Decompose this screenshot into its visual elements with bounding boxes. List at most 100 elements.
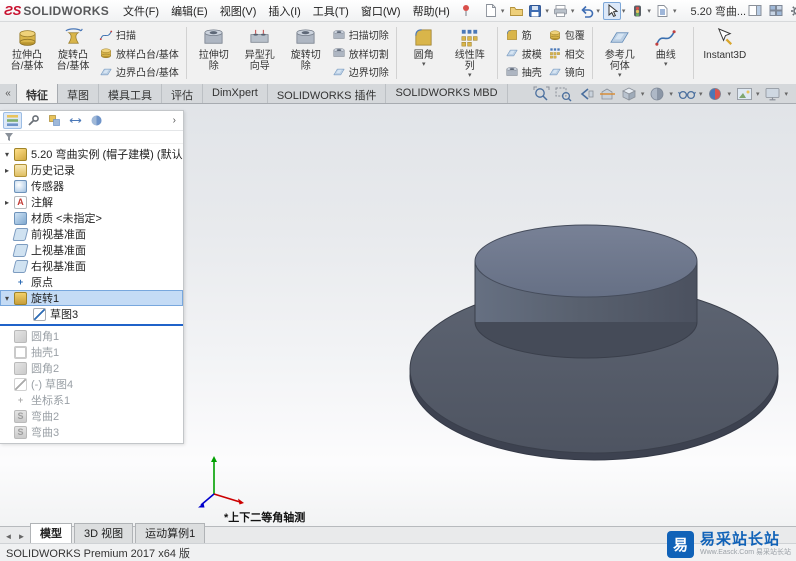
- dropdown-caret[interactable]: ▾: [468, 72, 472, 79]
- select-arrow-icon[interactable]: [603, 2, 621, 20]
- tree-item-coordsys1[interactable]: + 坐标系1: [0, 392, 183, 408]
- rollback-bar[interactable]: [0, 324, 183, 326]
- apply-scene-icon[interactable]: [734, 85, 755, 103]
- tree-item-fillet2[interactable]: 圆角2: [0, 360, 183, 376]
- tab-evaluate[interactable]: 评估: [162, 84, 203, 103]
- revolve-cut-button[interactable]: 旋转切 除: [283, 23, 329, 83]
- tree-item-sketch4[interactable]: (-) 草图4: [0, 376, 183, 392]
- hide-show-items-icon[interactable]: [676, 85, 698, 103]
- zoom-area-icon[interactable]: [553, 85, 574, 103]
- menu-edit[interactable]: 编辑(E): [165, 0, 214, 22]
- tree-item-revolve1[interactable]: ▾ 旋转1: [0, 290, 183, 306]
- dropdown-caret[interactable]: ▾: [545, 7, 549, 15]
- tab-sketch[interactable]: 草图: [58, 84, 99, 103]
- previous-view-icon[interactable]: [575, 85, 596, 103]
- dropdown-caret[interactable]: ▾: [422, 61, 426, 68]
- hole-wizard-button[interactable]: 异型孔 向导: [237, 23, 283, 83]
- view-orientation-icon[interactable]: [619, 85, 640, 103]
- tab-features[interactable]: 特征: [16, 84, 58, 103]
- dropdown-caret[interactable]: ▾: [673, 7, 677, 15]
- reference-geometry-button[interactable]: 参考几 何体 ▾: [597, 23, 643, 83]
- dropdown-caret[interactable]: ▾: [501, 7, 505, 15]
- tree-item-sensors[interactable]: 传感器: [0, 178, 183, 194]
- loft-button[interactable]: 放样凸台/基体: [96, 45, 182, 62]
- zoom-fit-icon[interactable]: [531, 85, 552, 103]
- menu-file[interactable]: 文件(F): [117, 0, 165, 22]
- tree-item-fillet1[interactable]: 圆角1: [0, 328, 183, 344]
- tree-item-right-plane[interactable]: 右视基准面: [0, 258, 183, 274]
- tree-item-sketch3[interactable]: 草图3: [0, 306, 183, 322]
- dropdown-caret[interactable]: ▾: [756, 90, 760, 98]
- tree-item-history[interactable]: ▸ 历史记录: [0, 162, 183, 178]
- wrap-button[interactable]: 包覆: [545, 26, 588, 43]
- tab-addins[interactable]: SOLIDWORKS 插件: [268, 84, 387, 103]
- mirror-button[interactable]: 镜向: [545, 63, 588, 80]
- tree-item-flex2[interactable]: S 弯曲2: [0, 408, 183, 424]
- open-icon[interactable]: [507, 2, 525, 20]
- new-document-icon[interactable]: [482, 2, 500, 20]
- instant3d-button[interactable]: Instant3D: [698, 23, 752, 83]
- tree-item-material[interactable]: 材质 <未指定>: [0, 210, 183, 226]
- shell-button[interactable]: 抽壳: [502, 63, 545, 80]
- tab-mbd[interactable]: SOLIDWORKS MBD: [386, 84, 507, 103]
- undo-icon[interactable]: [577, 2, 595, 20]
- dropdown-caret[interactable]: ▾: [622, 7, 626, 15]
- intersect-button[interactable]: 相交: [545, 45, 588, 62]
- tree-item-annotations[interactable]: ▸ A 注解: [0, 194, 183, 210]
- tabs-scroll-right-icon[interactable]: ►: [15, 532, 28, 543]
- display-style-icon[interactable]: [647, 85, 668, 103]
- tab-mold-tools[interactable]: 模具工具: [99, 84, 162, 103]
- menu-insert[interactable]: 插入(I): [262, 0, 306, 22]
- tab-model[interactable]: 模型: [30, 523, 72, 543]
- tree-filter-row[interactable]: [0, 131, 183, 144]
- expand-arrow[interactable]: ▾: [5, 150, 14, 159]
- tab-motion-study[interactable]: 运动算例1: [135, 523, 205, 543]
- expand-arrow[interactable]: ▸: [5, 198, 14, 207]
- draft-button[interactable]: 拔模: [502, 45, 545, 62]
- rib-button[interactable]: 筋: [502, 26, 545, 43]
- dropdown-caret[interactable]: ▾: [647, 7, 651, 15]
- tab-3d-views[interactable]: 3D 视图: [74, 523, 133, 543]
- menu-window[interactable]: 窗口(W): [355, 0, 407, 22]
- dropdown-caret[interactable]: ▾: [727, 90, 731, 98]
- tree-item-top-plane[interactable]: 上视基准面: [0, 242, 183, 258]
- linear-pattern-button[interactable]: 线性阵 列 ▾: [447, 23, 493, 83]
- curves-button[interactable]: 曲线 ▾: [643, 23, 689, 83]
- print-icon[interactable]: [552, 2, 570, 20]
- edit-appearance-icon[interactable]: [705, 85, 726, 103]
- dropdown-caret[interactable]: ▾: [699, 90, 703, 98]
- dropdown-caret[interactable]: ▾: [784, 90, 788, 98]
- expand-arrow[interactable]: ▾: [5, 294, 14, 303]
- view-settings-icon[interactable]: [762, 85, 783, 103]
- tree-item-origin[interactable]: + 原点: [0, 274, 183, 290]
- dropdown-caret[interactable]: ▾: [641, 90, 645, 98]
- dropdown-caret[interactable]: ▾: [669, 90, 673, 98]
- extrude-boss-button[interactable]: 拉伸凸 台/基体: [4, 23, 50, 83]
- panel-flyout-arrow[interactable]: ›: [169, 115, 180, 126]
- tree-item-part-root[interactable]: ▾ 5.20 弯曲实例 (帽子建模) (默认<<默认: [0, 146, 183, 162]
- tree-item-front-plane[interactable]: 前视基准面: [0, 226, 183, 242]
- dropdown-caret[interactable]: ▾: [571, 7, 575, 15]
- dropdown-caret[interactable]: ▾: [664, 61, 668, 68]
- save-icon[interactable]: [526, 2, 544, 20]
- boundary-cut-button[interactable]: 边界切除: [329, 63, 392, 80]
- pin-menu-icon[interactable]: [461, 4, 471, 17]
- task-pane-icon[interactable]: [746, 2, 764, 20]
- options-gear-icon[interactable]: [788, 2, 796, 20]
- hat-model[interactable]: [410, 225, 778, 460]
- dropdown-caret[interactable]: ▾: [596, 7, 600, 15]
- display-manager-tab-icon[interactable]: [87, 112, 106, 129]
- tab-dimxpert[interactable]: DimXpert: [203, 84, 268, 103]
- fillet-button[interactable]: 圆角 ▾: [401, 23, 447, 83]
- lofted-cut-button[interactable]: 放样切割: [329, 45, 392, 62]
- tree-item-flex3[interactable]: S 弯曲3: [0, 424, 183, 440]
- swept-cut-button[interactable]: 扫描切除: [329, 26, 392, 43]
- revolve-boss-button[interactable]: 旋转凸 台/基体: [50, 23, 96, 83]
- menu-tools[interactable]: 工具(T): [307, 0, 355, 22]
- rebuild-icon[interactable]: [628, 2, 646, 20]
- tabs-scroll-left-icon[interactable]: ◄: [2, 532, 15, 543]
- menu-help[interactable]: 帮助(H): [407, 0, 456, 22]
- expand-arrow[interactable]: ▸: [5, 166, 14, 175]
- collapse-ribbon-icon[interactable]: «: [0, 84, 16, 103]
- dropdown-caret[interactable]: ▾: [618, 72, 622, 79]
